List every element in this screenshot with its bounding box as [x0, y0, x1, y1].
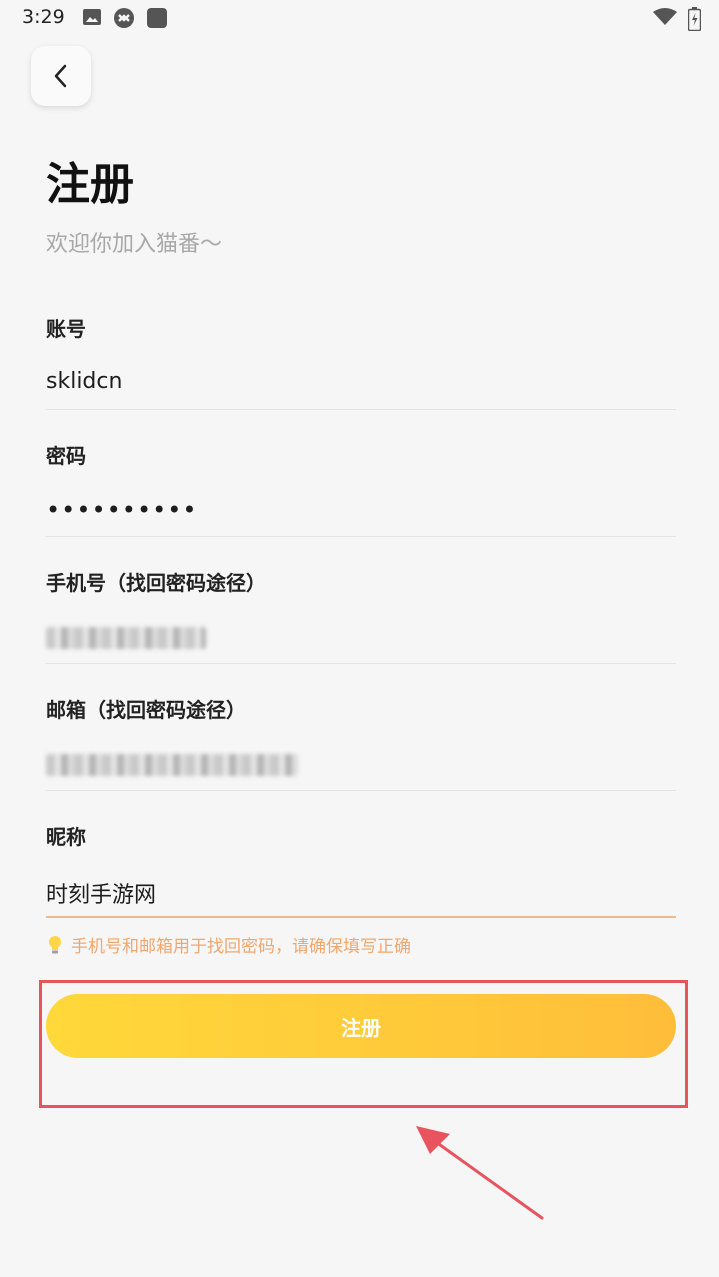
nickname-input[interactable]: 时刻手游网	[46, 877, 676, 908]
square-notification-icon	[147, 8, 167, 28]
password-label: 密码	[46, 444, 86, 468]
chevron-left-icon	[54, 64, 67, 88]
page-title: 注册	[46, 159, 134, 210]
phone-field[interactable]: 手机号（找回密码途径）	[46, 567, 676, 664]
page-subtitle: 欢迎你加入猫番～	[46, 232, 223, 257]
status-bar: 3:29	[0, 0, 719, 34]
password-input[interactable]: ••••••••••	[46, 496, 676, 526]
password-field[interactable]: 密码 ••••••••••	[46, 440, 676, 537]
account-label: 账号	[46, 317, 86, 341]
account-underline	[46, 409, 676, 410]
nickname-underline	[46, 916, 676, 918]
email-input[interactable]	[46, 750, 676, 780]
account-field[interactable]: 账号 sklidcn	[46, 313, 676, 410]
nickname-field[interactable]: 昵称 时刻手游网	[46, 821, 676, 918]
app-notification-icon	[114, 8, 134, 28]
annotation-arrow-icon	[416, 1126, 544, 1220]
redacted-email	[46, 754, 298, 776]
wifi-icon	[653, 8, 677, 25]
back-button[interactable]	[31, 46, 91, 106]
lightbulb-icon	[49, 935, 61, 953]
status-time: 3:29	[22, 6, 65, 28]
phone-underline	[46, 663, 676, 664]
annotation-highlight-box	[39, 980, 688, 1108]
phone-input[interactable]	[46, 623, 676, 653]
email-field[interactable]: 邮箱（找回密码途径）	[46, 694, 676, 791]
hint-message: 手机号和邮箱用于找回密码，请确保填写正确	[47, 932, 411, 957]
email-underline	[46, 790, 676, 791]
email-label: 邮箱（找回密码途径）	[46, 698, 246, 722]
password-underline	[46, 536, 676, 537]
hint-text: 手机号和邮箱用于找回密码，请确保填写正确	[71, 937, 411, 957]
phone-label: 手机号（找回密码途径）	[46, 571, 266, 595]
image-icon	[83, 9, 101, 25]
battery-icon	[688, 7, 701, 31]
redacted-phone	[46, 627, 206, 649]
nickname-label: 昵称	[46, 825, 86, 849]
account-input[interactable]: sklidcn	[46, 369, 676, 399]
